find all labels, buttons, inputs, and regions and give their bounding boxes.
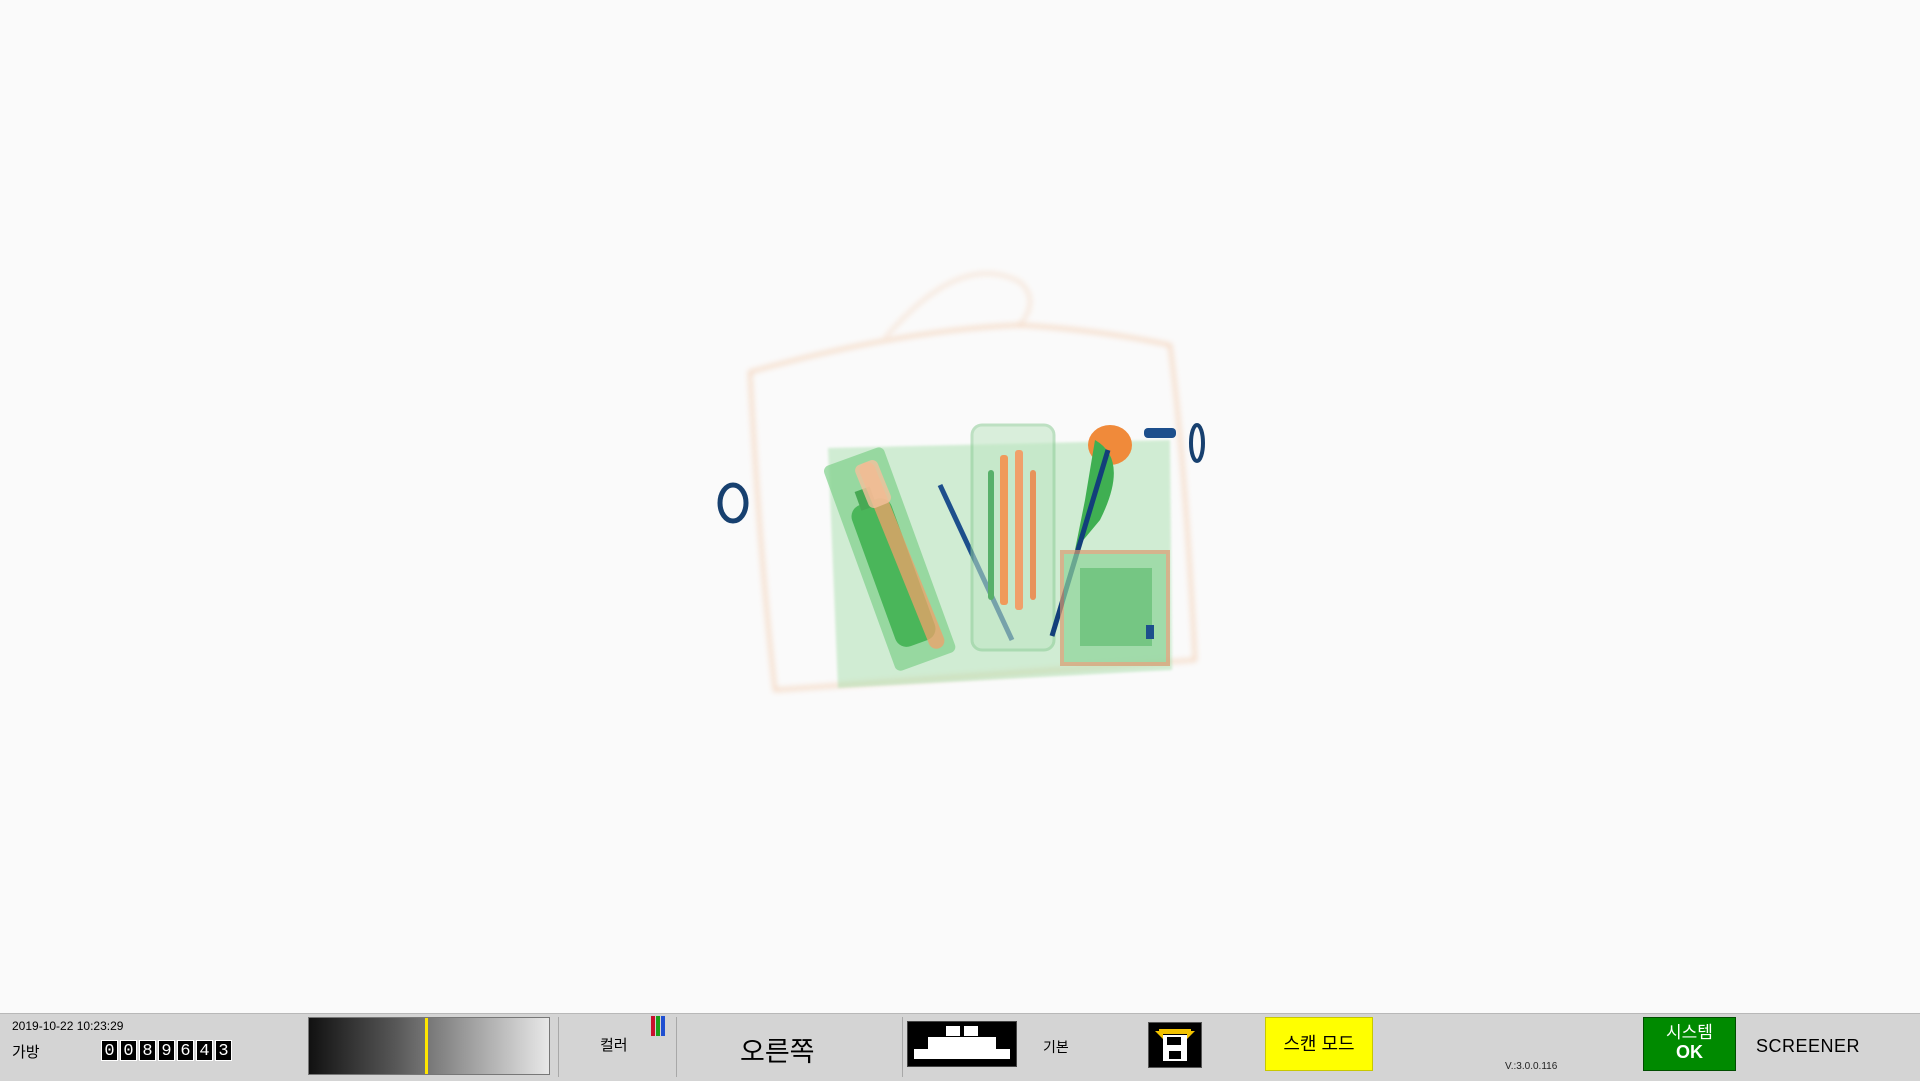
status-bar: 2019-10-22 10:23:29 가방 0 0 8 9 6 4 3 컬러 … [0,1013,1920,1081]
xray-bag-image [717,272,1205,692]
counter-digit: 0 [101,1040,118,1061]
bag-count-label: 가방 [12,1044,40,1061]
system-status-badge[interactable]: 시스템 OK [1643,1017,1736,1071]
counter-digit: 6 [177,1040,194,1061]
view-side-label[interactable]: 오른쪽 [740,1030,815,1069]
density-gradient-slider[interactable] [308,1017,550,1075]
bag-counter: 0 0 8 9 6 4 3 [101,1040,232,1061]
system-status-value: OK [1676,1042,1703,1062]
counter-digit: 0 [120,1040,137,1061]
xray-scan-view [0,0,1920,1013]
divider [558,1017,559,1077]
divider [902,1017,903,1077]
counter-digit: 8 [139,1040,156,1061]
save-image-icon[interactable] [1148,1022,1202,1068]
color-mode-icon[interactable] [651,1016,667,1036]
system-status-title: 시스템 [1666,1023,1713,1042]
mode-basic-label[interactable]: 기본 [1043,1037,1069,1057]
counter-digit: 3 [215,1040,232,1061]
counter-digit: 9 [158,1040,175,1061]
color-mode-label[interactable]: 컬러 [600,1034,628,1055]
divider [676,1017,677,1077]
version-text: V.:3.0.0.116 [1505,1061,1558,1072]
gradient-marker-handle[interactable] [425,1018,428,1074]
scan-datetime: 2019-10-22 10:23:29 [12,1019,124,1033]
counter-digit: 4 [196,1040,213,1061]
scan-mode-button[interactable]: 스캔 모드 [1265,1017,1373,1071]
conveyor-machine-icon[interactable] [907,1021,1017,1067]
operator-role-label: SCREENER [1756,1036,1861,1056]
